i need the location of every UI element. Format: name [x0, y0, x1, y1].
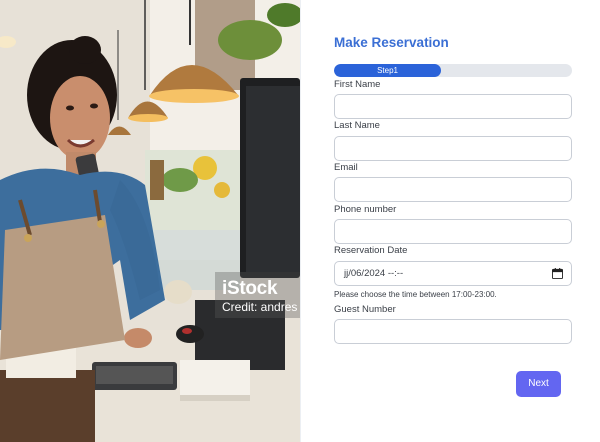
next-button[interactable]: Next	[516, 371, 561, 397]
guest-number-input[interactable]	[334, 319, 572, 344]
phone-label: Phone number	[334, 204, 397, 215]
email-label: Email	[334, 162, 358, 173]
barista-illustration	[0, 0, 300, 442]
istock-watermark-logo: iStock	[222, 278, 278, 299]
last-name-label: Last Name	[334, 120, 380, 131]
reservation-date-value: jj/06/2024 --:--	[344, 268, 404, 279]
step-progress-bar: Step1	[334, 64, 572, 77]
phone-input[interactable]	[334, 219, 572, 244]
reservation-date-input[interactable]: jj/06/2024 --:--	[334, 261, 572, 286]
reservation-date-label: Reservation Date	[334, 245, 408, 256]
form-title: Make Reservation	[334, 35, 449, 50]
reservation-form: Make Reservation Step1 First Name Last N…	[300, 0, 600, 442]
email-input[interactable]	[334, 177, 572, 202]
first-name-input[interactable]	[334, 94, 572, 119]
guest-number-label: Guest Number	[334, 304, 396, 315]
last-name-input[interactable]	[334, 136, 572, 161]
first-name-label: First Name	[334, 79, 381, 90]
hero-photo: iStock Credit: andres	[0, 0, 300, 442]
photo-credit: Credit: andres	[222, 300, 298, 314]
time-hint: Please choose the time between 17:00-23:…	[334, 290, 497, 299]
progress-step-label: Step1	[377, 66, 398, 75]
calendar-icon[interactable]	[552, 268, 563, 279]
